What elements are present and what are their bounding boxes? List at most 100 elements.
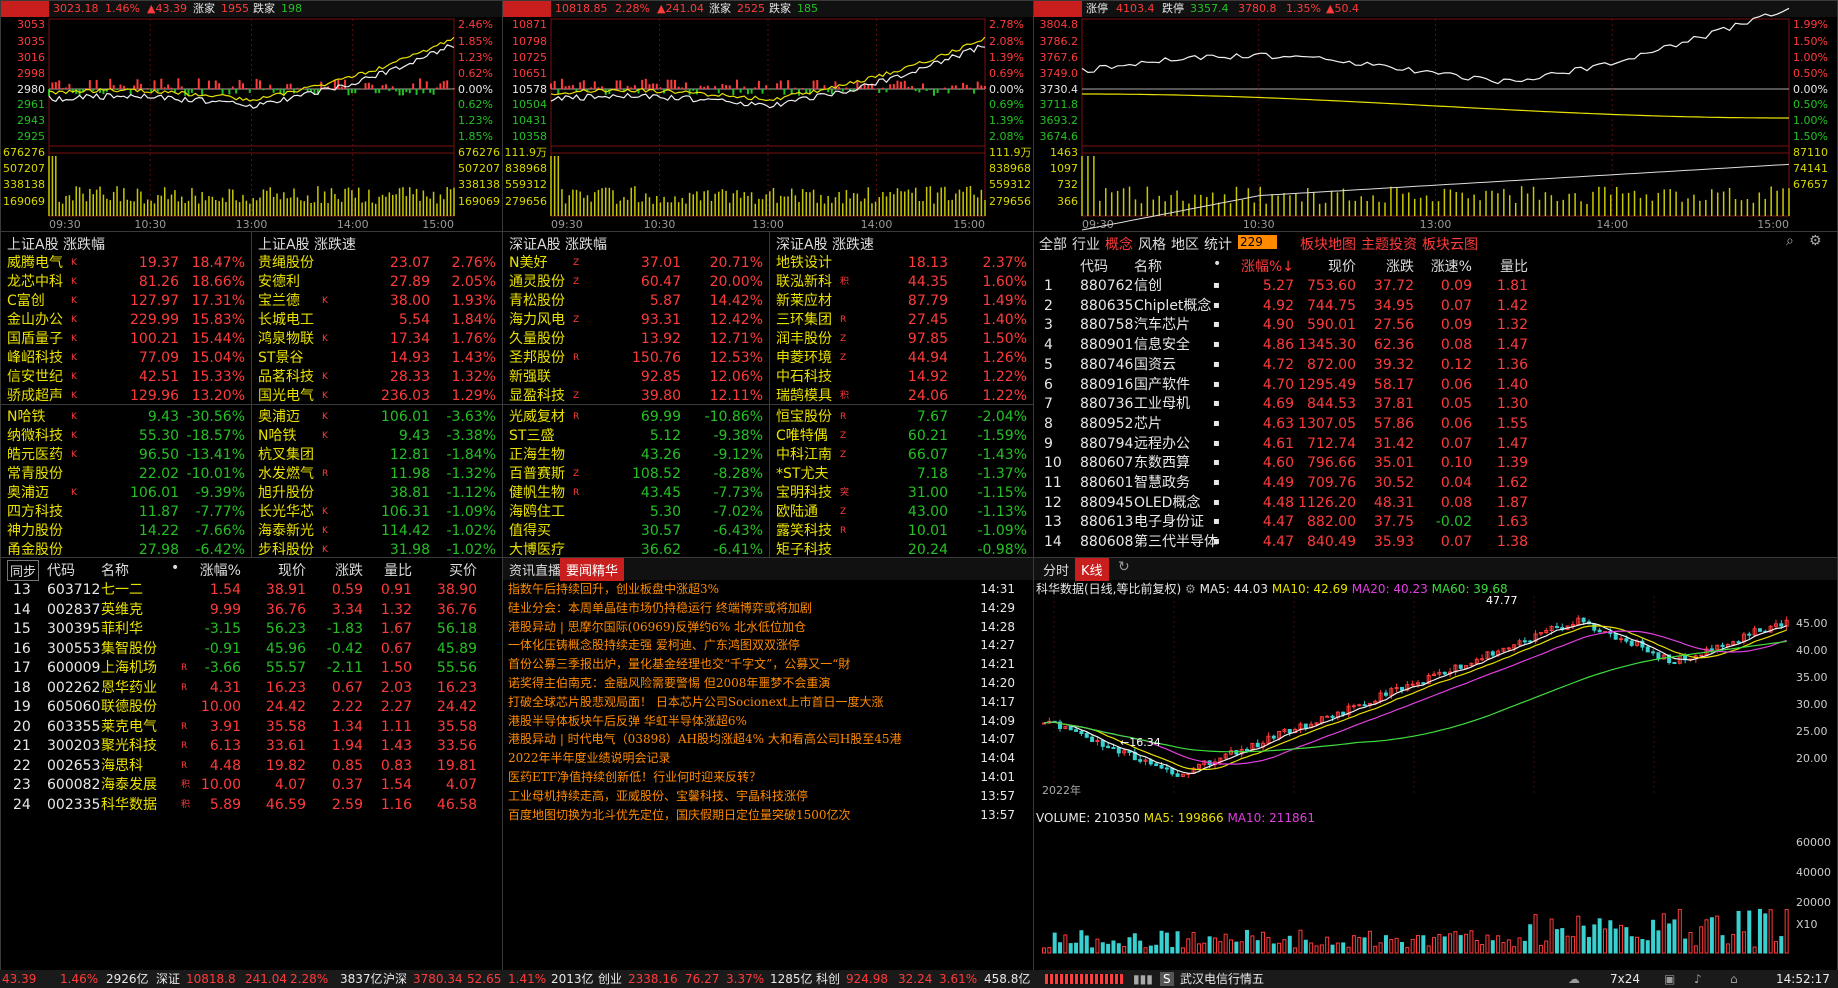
ranking-row[interactable]: 鸿泉物联 K 17.34 1.76% — [252, 330, 502, 349]
concept-link-0[interactable]: 板块地图 — [1300, 234, 1356, 254]
ranking-row[interactable]: 骄成超声 K 129.96 13.20% — [1, 387, 251, 406]
news-item[interactable]: 首份公募三季报出炉，量化基金经理也交“千字文”，公募又一“財 14:21 — [503, 655, 1033, 674]
ranking-row[interactable]: 国光电气 K 236.03 1.29% — [252, 387, 502, 406]
ranking-row[interactable]: 矩子科技 20.24 -0.98% — [770, 541, 1033, 557]
ranking-row[interactable]: 神力股份 14.22 -7.66% — [1, 522, 251, 541]
ranking-row[interactable]: 地铁设计 18.13 2.37% — [770, 254, 1033, 273]
table-row[interactable]: 19 605060 联德股份 10.00 24.42 2.22 2.27 24.42 — [1, 697, 502, 717]
stock-col-header[interactable]: • — [171, 560, 179, 576]
refresh-icon[interactable]: ↻ — [1118, 559, 1130, 575]
ranking-row[interactable]: C唯特偶 Z 60.21 -1.59% — [770, 427, 1033, 446]
news-item[interactable]: 诺奖得主伯南克：金融风险需要警惕 但2008年噩梦不会重演 14:20 — [503, 674, 1033, 693]
concept-row[interactable]: 11 880601 智慧政务 ▪ 4.49 709.76 30.52 0.04 1.62 — [1034, 473, 1837, 493]
settings-icon[interactable]: ⚙ — [1185, 582, 1196, 596]
ranking-row[interactable]: 水发燃气 R 11.98 -1.32% — [252, 465, 502, 484]
ranking-row[interactable]: 显盈科技 Z 39.80 12.11% — [503, 387, 769, 406]
ranking-row[interactable]: 杭叉集团 12.81 -1.84% — [252, 446, 502, 465]
intraday-chart-1[interactable]: 10818.85 2.28% ▲241.04 涨家 2525 跌家 185 10871 1079… — [502, 0, 1034, 232]
ranking-row[interactable]: 欧陆通 Z 43.00 -1.13% — [770, 503, 1033, 522]
ranking-row[interactable]: 威腾电气 K 19.37 18.47% — [1, 254, 251, 273]
ranking-row[interactable]: 四方科技 11.87 -7.77% — [1, 503, 251, 522]
ranking-row[interactable]: N哈铁 K 9.43 -3.38% — [252, 427, 502, 446]
concept-tab-2[interactable]: 概念 — [1105, 234, 1133, 254]
news-item[interactable]: 百度地图切换为北斗优先定位，国庆假期日定位量突破1500亿次 13:57 — [503, 806, 1033, 825]
concept-row[interactable]: 8 880952 芯片 ▪ 4.63 1307.05 57.86 0.06 1.55 — [1034, 414, 1837, 434]
concept-link-2[interactable]: 板块云图 — [1422, 234, 1478, 254]
ranking-title[interactable]: 深证A股 涨跌幅 — [509, 234, 607, 254]
stock-col-header[interactable]: 名称 — [101, 560, 129, 580]
concept-row[interactable]: 10 880607 东数西算 ▪ 4.60 796.66 35.01 0.10 1.39 — [1034, 453, 1837, 473]
tab-kline[interactable]: K线 — [1075, 558, 1109, 581]
concept-col-header[interactable]: 现价 — [1328, 256, 1356, 276]
news-item[interactable]: 指数午后持续回升，创业板盘中涨超3% 14:31 — [503, 580, 1033, 599]
sz-label[interactable]: 深证 — [156, 970, 180, 988]
ranking-row[interactable]: 海力风电 Z 93.31 12.42% — [503, 311, 769, 330]
mode-label[interactable]: 7x24 — [1610, 970, 1640, 988]
ranking-row[interactable]: 露笑科技 R 10.01 -1.09% — [770, 522, 1033, 541]
concept-col-header[interactable]: 名称 — [1134, 256, 1162, 276]
concept-tab-1[interactable]: 行业 — [1072, 234, 1100, 254]
concept-row[interactable]: 14 880608 第三代半导体 ▪ 4.47 840.49 35.93 0.07 1.38 — [1034, 532, 1837, 552]
news-item[interactable]: 硅业分会：本周单晶硅市场仍持稳运行 终端博弈或将加剧 14:29 — [503, 599, 1033, 618]
ranking-row[interactable]: 恒宝股份 R 7.67 -2.04% — [770, 408, 1033, 427]
concept-tab-4[interactable]: 地区 — [1171, 234, 1199, 254]
ranking-row[interactable]: 长光华芯 K 106.31 -1.09% — [252, 503, 502, 522]
concept-col-header[interactable]: 量比 — [1500, 256, 1528, 276]
ranking-row[interactable]: 龙芯中科 K 81.26 18.66% — [1, 273, 251, 292]
volume-chart[interactable]: 60000 40000 20000 X10 — [1034, 828, 1838, 963]
news-item[interactable]: 一体化压铸概念股持续走强 爱柯迪、广东鸿图双双涨停 14:27 — [503, 636, 1033, 655]
ranking-row[interactable]: 峰岹科技 K 77.09 15.04% — [1, 349, 251, 368]
ranking-row[interactable]: 皓元医药 K 96.50 -13.41% — [1, 446, 251, 465]
table-row[interactable]: 17 600009 上海机场 R -3.66 55.57 -2.11 1.50 55.56 — [1, 658, 502, 678]
table-row[interactable]: 18 002262 恩华药业 R 4.31 16.23 0.67 2.03 16.23 — [1, 678, 502, 698]
ranking-row[interactable]: 旭升股份 38.81 -1.12% — [252, 484, 502, 503]
concept-tab-5[interactable]: 统计 — [1204, 234, 1232, 254]
concept-col-header[interactable]: 涨跌 — [1386, 256, 1414, 276]
concept-row[interactable]: 6 880916 国产软件 ▪ 4.70 1295.49 58.17 0.06 1.40 — [1034, 375, 1837, 395]
cy-label[interactable]: 创业 — [598, 970, 622, 988]
concept-row[interactable]: 12 880945 OLED概念 ▪ 4.48 1126.20 48.31 0.08 1.87 — [1034, 493, 1837, 513]
ranking-row[interactable]: 海泰新光 K 114.42 -1.02% — [252, 522, 502, 541]
news-item[interactable]: 港股半导体板块午后反弹 华虹半导体涨超6% 14:09 — [503, 712, 1033, 731]
kc-label[interactable]: 科创 — [816, 970, 840, 988]
table-row[interactable]: 16 300553 集智股份 -0.91 45.96 -0.42 0.67 45.89 — [1, 639, 502, 659]
settings-icon-status[interactable]: ⌂ — [1730, 970, 1738, 988]
ranking-row[interactable]: 奥浦迈 K 106.01 -9.39% — [1, 484, 251, 503]
ranking-row[interactable]: 健帆生物 R 43.45 -7.73% — [503, 484, 769, 503]
ranking-row[interactable]: 久量股份 13.92 12.71% — [503, 330, 769, 349]
concept-row[interactable]: 1 880762 信创 ▪ 5.27 753.60 37.72 0.09 1.81 — [1034, 276, 1837, 296]
ranking-row[interactable]: 金山办公 K 229.99 15.83% — [1, 311, 251, 330]
ranking-row[interactable]: 奥浦迈 K 106.01 -3.63% — [252, 408, 502, 427]
ranking-row[interactable]: *ST尤夫 7.18 -1.37% — [770, 465, 1033, 484]
stock-col-header[interactable]: 现价 — [278, 560, 306, 580]
concept-row[interactable]: 7 880736 工业母机 ▪ 4.69 844.53 37.81 0.05 1.30 — [1034, 394, 1837, 414]
table-row[interactable]: 14 002837 英维克 9.99 36.76 3.34 1.32 36.76 — [1, 600, 502, 620]
ranking-title[interactable]: 深证A股 涨跌速 — [776, 234, 874, 254]
concept-row[interactable]: 13 880613 电子身份证 ▪ 4.47 882.00 37.75 -0.02 1.63 — [1034, 512, 1837, 532]
ranking-title[interactable]: 上证A股 涨跌幅 — [7, 234, 105, 254]
concept-col-header[interactable]: 涨幅%↓ — [1241, 256, 1294, 276]
ranking-row[interactable]: 宝明科技突 31.00 -1.15% — [770, 484, 1033, 503]
intraday-chart-2[interactable]: 涨停 4103.4 跌停 3357.4 3780.8 1.35% ▲50.4 3804.8 37… — [1033, 0, 1838, 232]
concept-col-header[interactable]: 涨速% — [1431, 256, 1472, 276]
table-row[interactable]: 24 002335 科华数据 积 5.89 46.59 2.59 1.16 46.58 — [1, 795, 502, 815]
intraday-chart-0[interactable]: 3023.18 1.46% ▲43.39 涨家 1955 跌家 198 3053 3035 301… — [0, 0, 503, 232]
gear-icon[interactable]: ⚙ — [1809, 233, 1822, 249]
candlestick-chart[interactable]: 45.00 40.00 35.00 30.00 25.00 20.00 47.77 ←16.3… — [1034, 596, 1838, 796]
concept-row[interactable]: 3 880758 汽车芯片 ▪ 4.90 590.01 27.56 0.09 1.32 — [1034, 315, 1837, 335]
news-item[interactable]: 港股异动 | 思摩尔国际(06969)反弹约6% 北水低位加仓 14:28 — [503, 618, 1033, 637]
ranking-row[interactable]: 贵绳股份 23.07 2.76% — [252, 254, 502, 273]
ranking-row[interactable]: 正海生物 43.26 -9.12% — [503, 446, 769, 465]
hs-label[interactable]: 沪深 — [383, 970, 407, 988]
table-row[interactable]: 21 300203 聚光科技 R 6.13 33.61 1.94 1.43 33.56 — [1, 736, 502, 756]
ranking-title[interactable]: 上证A股 涨跌速 — [258, 234, 356, 254]
concept-col-header[interactable]: • — [1213, 256, 1221, 272]
sync-button[interactable]: 同步 — [7, 560, 40, 581]
stock-col-header[interactable]: 涨跌 — [335, 560, 363, 580]
ranking-row[interactable]: C富创 K 127.97 17.31% — [1, 292, 251, 311]
ranking-row[interactable]: 长城电工 5.54 1.84% — [252, 311, 502, 330]
ranking-row[interactable]: 大博医疗 36.62 -6.41% — [503, 541, 769, 557]
ranking-row[interactable]: 通灵股份 Z 60.47 20.00% — [503, 273, 769, 292]
ranking-row[interactable]: ST三盛 5.12 -9.38% — [503, 427, 769, 446]
ranking-row[interactable]: 纳微科技 K 55.30 -18.57% — [1, 427, 251, 446]
